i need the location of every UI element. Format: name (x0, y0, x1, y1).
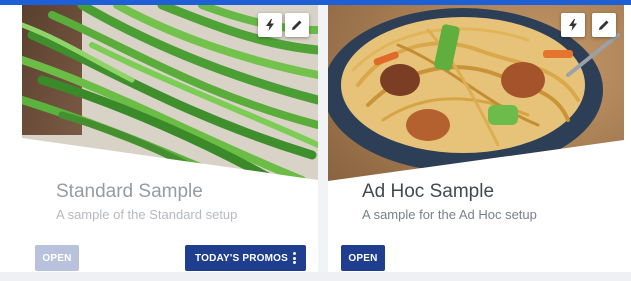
card-description: A sample for the Ad Hoc setup (362, 207, 537, 222)
edit-button[interactable] (285, 13, 309, 37)
todays-promos-label: TODAY'S PROMOS (195, 252, 288, 264)
pencil-icon (599, 20, 609, 30)
quick-action-button[interactable] (561, 13, 585, 37)
bottom-strip (0, 272, 631, 281)
quick-action-button[interactable] (258, 13, 282, 37)
bolt-icon (569, 19, 577, 31)
card-title: Ad Hoc Sample (362, 181, 495, 202)
sample-card-adhoc: Ad Hoc Sample A sample for the Ad Hoc se… (328, 5, 624, 272)
kebab-menu-icon[interactable] (293, 252, 296, 264)
todays-promos-button[interactable]: TODAY'S PROMOS (185, 245, 306, 271)
card-gutter (318, 5, 328, 272)
card-description: A sample of the Standard setup (56, 207, 238, 222)
open-button[interactable]: OPEN (35, 245, 79, 271)
edit-button[interactable] (592, 13, 616, 37)
bolt-icon (266, 19, 274, 31)
card-title: Standard Sample (56, 181, 203, 202)
open-button[interactable]: OPEN (341, 245, 385, 271)
pencil-icon (292, 20, 302, 30)
sample-card-standard: Standard Sample A sample of the Standard… (22, 5, 318, 272)
